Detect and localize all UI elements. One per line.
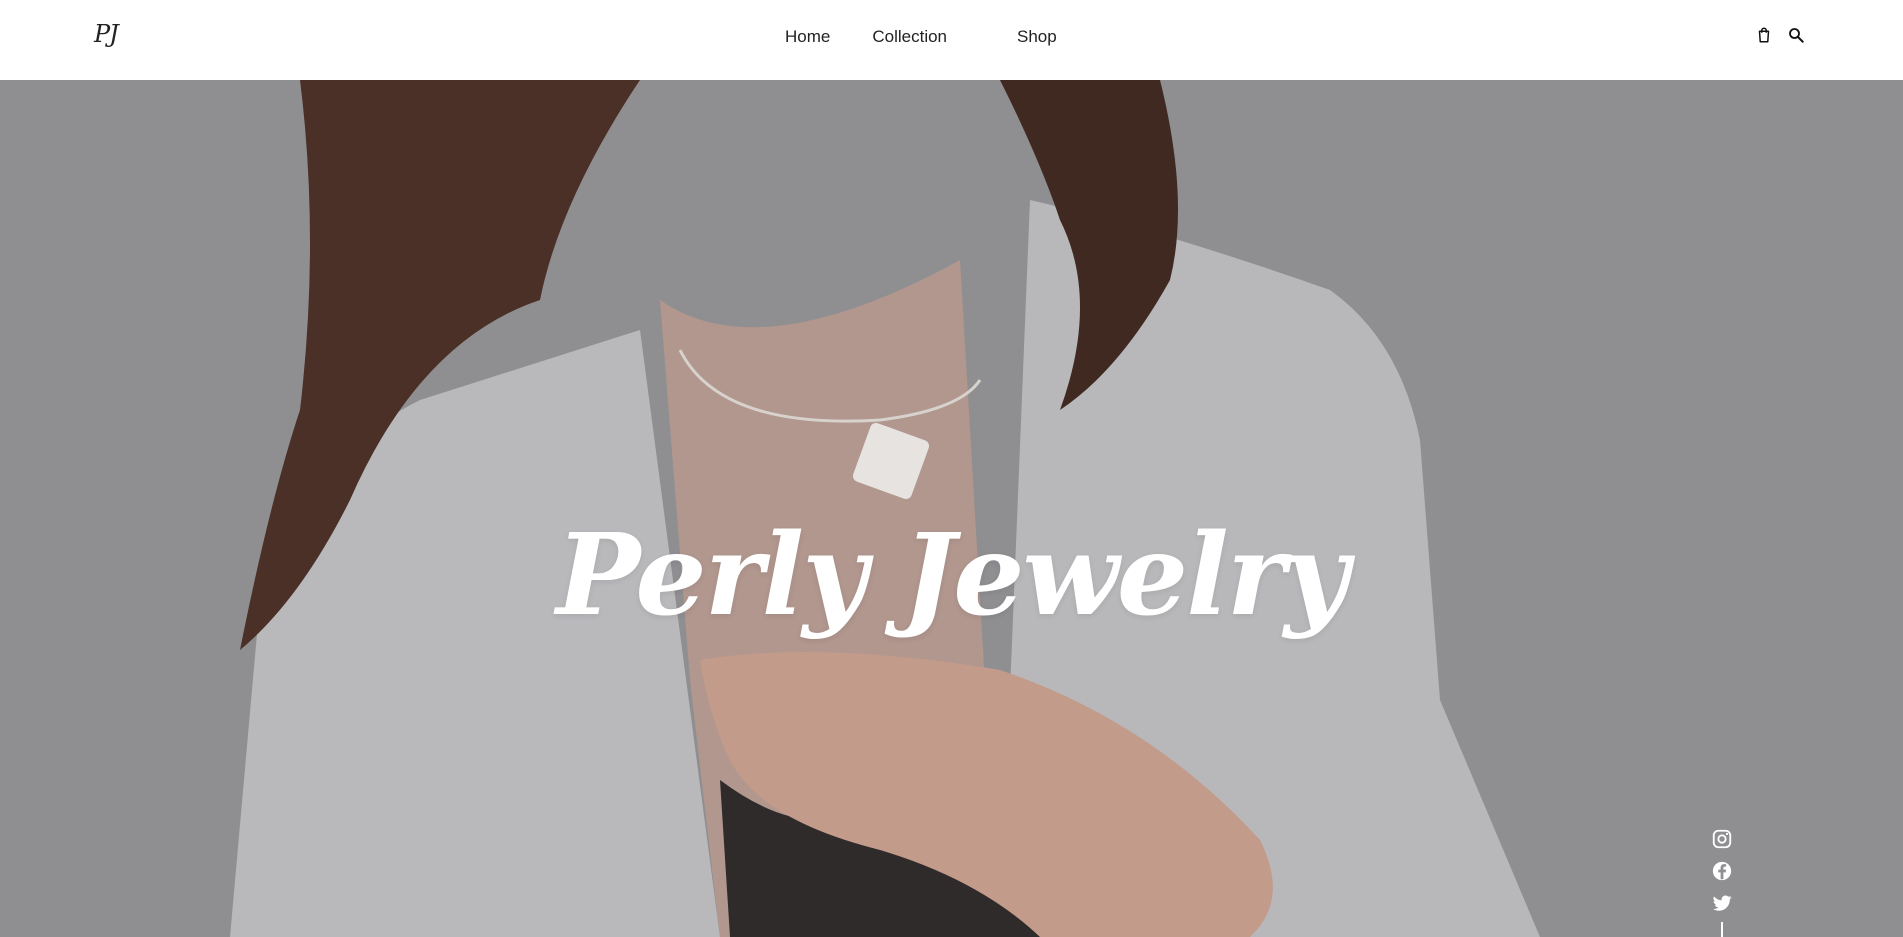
hero-title: Perly Jewelry bbox=[556, 510, 1349, 641]
social-links bbox=[1711, 828, 1733, 937]
site-logo[interactable]: PJ bbox=[94, 20, 119, 48]
nav-home[interactable]: Home bbox=[785, 27, 830, 47]
hero-photo bbox=[0, 80, 1903, 937]
facebook-icon[interactable] bbox=[1711, 860, 1733, 882]
site-header: PJ Home Collection Shop bbox=[0, 0, 1903, 80]
instagram-icon[interactable] bbox=[1711, 828, 1733, 850]
search-icon[interactable] bbox=[1787, 26, 1805, 44]
hero-banner: Perly Jewelry bbox=[0, 80, 1903, 937]
social-divider bbox=[1721, 922, 1723, 937]
shopping-bag-icon[interactable] bbox=[1755, 26, 1773, 44]
nav-shop[interactable]: Shop bbox=[1017, 27, 1057, 47]
twitter-icon[interactable] bbox=[1711, 892, 1733, 914]
main-nav: Home Collection Shop bbox=[785, 27, 1099, 47]
header-actions bbox=[1755, 26, 1805, 44]
nav-collection[interactable]: Collection bbox=[872, 27, 947, 47]
